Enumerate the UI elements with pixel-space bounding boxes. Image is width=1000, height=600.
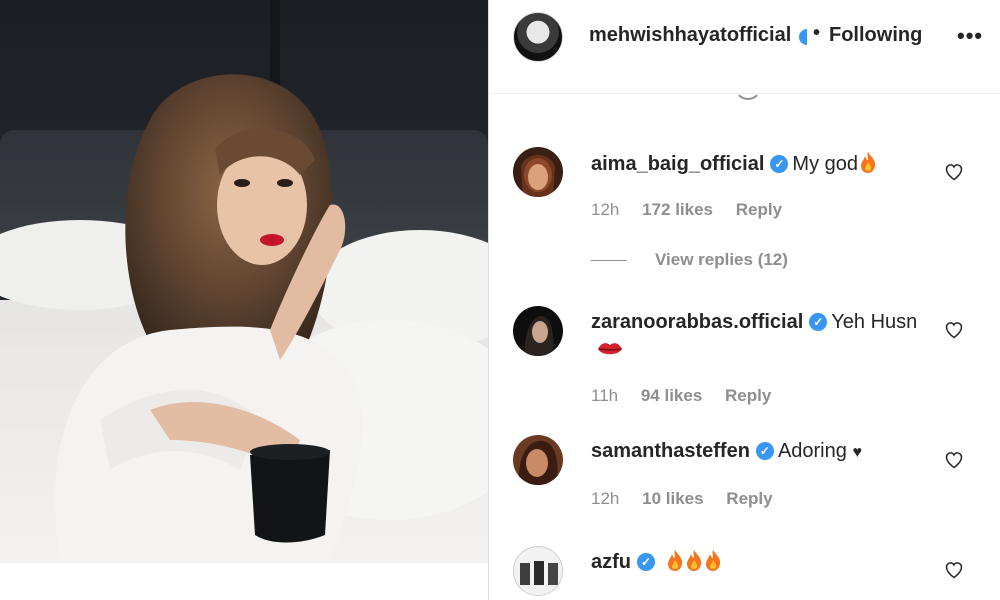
loading-spinner-icon xyxy=(734,72,762,100)
post-image xyxy=(0,0,488,563)
heart-outline-icon[interactable] xyxy=(944,560,964,580)
comment-meta: 12h 10 likes Reply xyxy=(591,489,791,509)
comment-body: Adoring xyxy=(777,440,847,462)
verified-badge-icon: ✓ xyxy=(755,442,774,460)
post-photo[interactable] xyxy=(0,0,488,563)
avatar-image xyxy=(513,435,563,485)
fire-emoji-icon xyxy=(667,550,682,571)
reply-button[interactable]: Reply xyxy=(736,200,782,219)
comment-likes[interactable]: 94 likes xyxy=(641,386,702,405)
fire-emoji-icon xyxy=(861,152,876,173)
commenter-avatar[interactable] xyxy=(513,306,563,356)
fire-emoji-icon xyxy=(705,550,720,571)
comment-likes[interactable]: 10 likes xyxy=(642,489,703,508)
heart-outline-icon[interactable] xyxy=(944,320,964,340)
comment-time[interactable]: 12h xyxy=(591,489,619,508)
header-separator: • xyxy=(813,22,821,44)
comment-body: Yeh Husn xyxy=(831,311,918,333)
more-options-icon[interactable]: ••• xyxy=(957,25,983,47)
comment-meta: 12h 172 likes Reply xyxy=(591,200,800,220)
comment-text: samanthasteffen ✓ Adoring ♥ xyxy=(591,437,931,467)
kiss-lips-emoji-icon xyxy=(598,343,622,355)
author-username[interactable]: mehwishhayatofficial xyxy=(589,24,791,47)
verified-badge-icon: ✓ xyxy=(637,553,655,571)
black-heart-emoji-icon: ♥ xyxy=(852,444,862,461)
commenter-avatar[interactable] xyxy=(513,147,563,197)
fire-emoji-icon xyxy=(686,550,701,571)
comment-text: zaranoorabbas.official ✓ Yeh Husn xyxy=(591,308,931,364)
comment-time[interactable]: 11h xyxy=(591,386,618,405)
replies-divider-line xyxy=(591,260,627,262)
commenter-avatar[interactable] xyxy=(513,546,563,596)
comment-meta: 11h 94 likes Reply xyxy=(591,386,789,406)
avatar-image xyxy=(514,547,562,595)
avatar-image xyxy=(513,147,563,197)
photo-bottom-space xyxy=(0,563,488,600)
author-avatar[interactable] xyxy=(513,12,563,62)
comment-text: aima_baig_official ✓ My god xyxy=(591,150,931,178)
comment-likes[interactable]: 172 likes xyxy=(642,200,713,219)
verified-badge-icon: ✓ xyxy=(770,155,789,173)
view-replies-label: View replies (12) xyxy=(655,250,788,269)
reply-button[interactable]: Reply xyxy=(726,489,772,508)
reply-button[interactable]: Reply xyxy=(725,386,771,405)
avatar-image xyxy=(513,306,563,356)
commenter-avatar[interactable] xyxy=(513,435,563,485)
commenter-username[interactable]: azfu xyxy=(591,551,631,573)
commenter-username[interactable]: samanthasteffen xyxy=(591,440,750,462)
following-button[interactable]: Following xyxy=(829,24,922,47)
comment-time[interactable]: 12h xyxy=(591,200,619,219)
comment-text: azfu ✓ xyxy=(591,548,931,576)
heart-outline-icon[interactable] xyxy=(944,162,964,182)
commenter-username[interactable]: zaranoorabbas.official xyxy=(591,311,803,333)
comments-panel: mehwishhayatofficial • Following ••• aim… xyxy=(489,0,1000,600)
heart-outline-icon[interactable] xyxy=(944,450,964,470)
commenter-username[interactable]: aima_baig_official xyxy=(591,153,764,175)
verified-badge-icon xyxy=(799,29,807,45)
comment-body: My god xyxy=(792,153,858,175)
view-replies-button[interactable]: View replies (12) xyxy=(591,250,788,270)
verified-badge-icon: ✓ xyxy=(809,313,828,331)
post-header: mehwishhayatofficial • Following ••• xyxy=(489,0,1000,100)
